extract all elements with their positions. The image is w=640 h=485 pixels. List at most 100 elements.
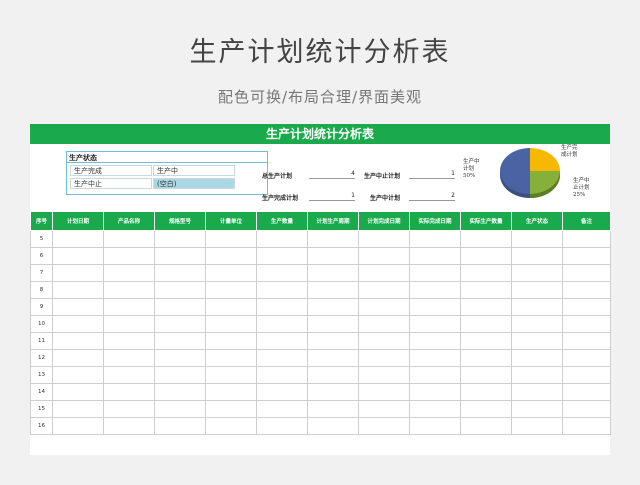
table-cell[interactable] [154, 366, 206, 384]
table-cell[interactable] [205, 247, 257, 265]
table-cell[interactable] [358, 315, 410, 333]
row-number-cell[interactable]: 16 [30, 417, 53, 435]
row-number-cell[interactable]: 6 [30, 247, 53, 265]
table-cell[interactable] [460, 230, 512, 248]
table-cell[interactable] [358, 264, 410, 282]
table-cell[interactable] [511, 264, 563, 282]
table-cell[interactable] [103, 315, 155, 333]
table-cell[interactable] [52, 400, 104, 418]
table-cell[interactable] [52, 281, 104, 299]
table-cell[interactable] [154, 400, 206, 418]
table-cell[interactable] [52, 349, 104, 367]
table-cell[interactable] [52, 315, 104, 333]
table-cell[interactable] [256, 230, 308, 248]
table-cell[interactable] [154, 264, 206, 282]
row-number-cell[interactable]: 14 [30, 383, 53, 401]
status-pivot-table[interactable]: 生产状态 生产完成 生产中 生产中止 (空白) [66, 151, 268, 195]
table-cell[interactable] [562, 298, 611, 316]
table-cell[interactable] [256, 281, 308, 299]
table-cell[interactable] [358, 298, 410, 316]
table-cell[interactable] [154, 230, 206, 248]
table-cell[interactable] [562, 281, 611, 299]
column-header[interactable]: 产品名称 [103, 211, 155, 231]
table-cell[interactable] [103, 264, 155, 282]
table-cell[interactable] [205, 400, 257, 418]
table-cell[interactable] [205, 315, 257, 333]
table-cell[interactable] [307, 332, 359, 350]
table-cell[interactable] [52, 332, 104, 350]
column-header[interactable]: 实际完成日期 [409, 211, 461, 231]
table-cell[interactable] [103, 247, 155, 265]
table-cell[interactable] [307, 383, 359, 401]
table-cell[interactable] [358, 281, 410, 299]
row-number-cell[interactable]: 5 [30, 230, 53, 248]
table-cell[interactable] [511, 298, 563, 316]
table-cell[interactable] [409, 349, 461, 367]
row-number-cell[interactable]: 11 [30, 332, 53, 350]
table-cell[interactable] [307, 281, 359, 299]
table-cell[interactable] [256, 315, 308, 333]
table-cell[interactable] [562, 349, 611, 367]
table-cell[interactable] [460, 298, 512, 316]
table-cell[interactable] [256, 383, 308, 401]
table-cell[interactable] [460, 247, 512, 265]
table-cell[interactable] [52, 298, 104, 316]
table-cell[interactable] [154, 332, 206, 350]
status-cell[interactable]: 生产中 [153, 165, 235, 176]
table-cell[interactable] [256, 332, 308, 350]
table-cell[interactable] [409, 366, 461, 384]
table-cell[interactable] [205, 230, 257, 248]
table-cell[interactable] [409, 332, 461, 350]
table-cell[interactable] [562, 264, 611, 282]
status-cell[interactable]: 生产完成 [70, 165, 152, 176]
table-cell[interactable] [103, 230, 155, 248]
table-cell[interactable] [154, 315, 206, 333]
table-cell[interactable] [103, 400, 155, 418]
table-cell[interactable] [256, 247, 308, 265]
table-cell[interactable] [358, 349, 410, 367]
table-cell[interactable] [409, 298, 461, 316]
table-cell[interactable] [256, 264, 308, 282]
column-header[interactable]: 生产数量 [256, 211, 308, 231]
table-cell[interactable] [409, 230, 461, 248]
table-cell[interactable] [154, 383, 206, 401]
status-pie-chart[interactable]: 生产中 计划 50% 生产完 成计划 生产中 止计划 25% [458, 144, 610, 210]
table-cell[interactable] [409, 383, 461, 401]
table-cell[interactable] [154, 247, 206, 265]
table-cell[interactable] [562, 400, 611, 418]
column-header[interactable]: 计划日期 [52, 211, 104, 231]
table-cell[interactable] [205, 264, 257, 282]
table-cell[interactable] [52, 383, 104, 401]
table-cell[interactable] [460, 383, 512, 401]
table-cell[interactable] [511, 383, 563, 401]
table-cell[interactable] [511, 349, 563, 367]
table-cell[interactable] [52, 230, 104, 248]
table-cell[interactable] [358, 383, 410, 401]
status-cell[interactable]: 生产中止 [70, 178, 152, 189]
table-cell[interactable] [103, 417, 155, 435]
table-cell[interactable] [205, 349, 257, 367]
table-cell[interactable] [103, 383, 155, 401]
table-cell[interactable] [103, 366, 155, 384]
table-cell[interactable] [460, 349, 512, 367]
table-cell[interactable] [460, 400, 512, 418]
table-cell[interactable] [460, 281, 512, 299]
table-cell[interactable] [154, 417, 206, 435]
table-cell[interactable] [256, 400, 308, 418]
table-cell[interactable] [256, 349, 308, 367]
column-header[interactable]: 计划完成日期 [358, 211, 410, 231]
column-header[interactable]: 计划生产周期 [307, 211, 359, 231]
table-cell[interactable] [256, 298, 308, 316]
table-cell[interactable] [511, 281, 563, 299]
table-cell[interactable] [511, 247, 563, 265]
table-cell[interactable] [307, 298, 359, 316]
table-cell[interactable] [409, 281, 461, 299]
table-cell[interactable] [511, 230, 563, 248]
table-cell[interactable] [103, 332, 155, 350]
table-cell[interactable] [358, 400, 410, 418]
table-cell[interactable] [562, 417, 611, 435]
table-cell[interactable] [409, 264, 461, 282]
table-cell[interactable] [52, 417, 104, 435]
row-number-cell[interactable]: 13 [30, 366, 53, 384]
table-cell[interactable] [409, 417, 461, 435]
